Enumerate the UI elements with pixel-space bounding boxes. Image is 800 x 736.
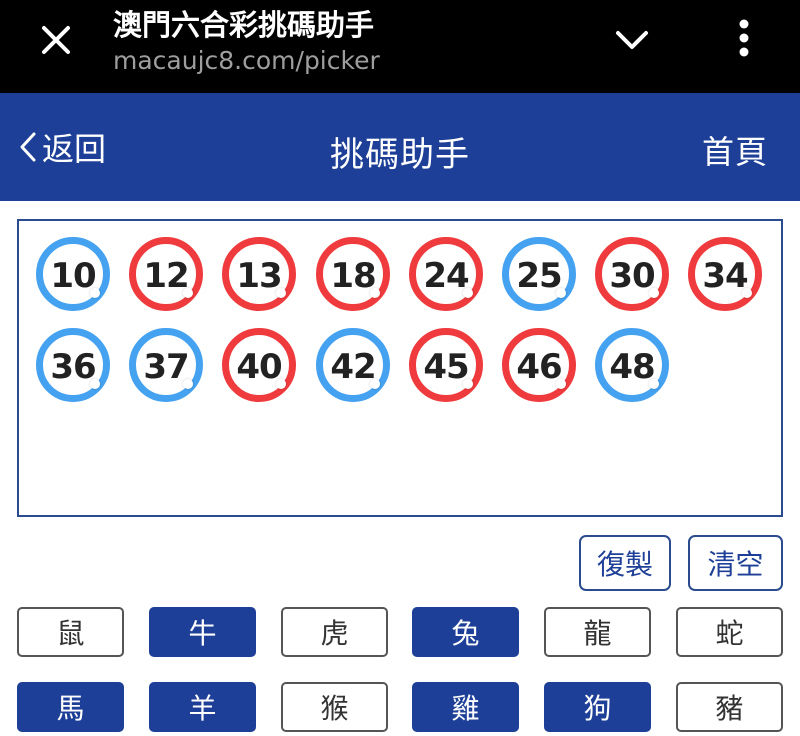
zodiac-button[interactable]: 狗 — [544, 682, 651, 732]
more-vert-icon[interactable] — [724, 14, 764, 62]
zodiac-button[interactable]: 馬 — [17, 682, 124, 732]
close-icon[interactable] — [34, 18, 78, 62]
url-text[interactable]: macaujc8.com/picker — [113, 46, 380, 75]
ball-highlight — [183, 288, 193, 298]
number-ball[interactable]: 40 — [222, 328, 296, 402]
copy-button[interactable]: 復製 — [579, 535, 671, 591]
page-title: 澳門六合彩挑碼助手 — [113, 8, 375, 42]
zodiac-button[interactable]: 鼠 — [17, 607, 124, 657]
zodiac-button[interactable]: 龍 — [544, 607, 651, 657]
number-ball[interactable]: 34 — [688, 237, 762, 311]
number-ball[interactable]: 42 — [316, 328, 390, 402]
ball-highlight — [276, 379, 286, 389]
ball-highlight — [463, 288, 473, 298]
browser-toolbar: 澳門六合彩挑碼助手 macaujc8.com/picker — [0, 0, 800, 93]
ball-highlight — [649, 288, 659, 298]
ball-highlight — [90, 379, 100, 389]
number-ball[interactable]: 10 — [36, 237, 110, 311]
number-ball[interactable]: 37 — [129, 328, 203, 402]
ball-highlight — [649, 379, 659, 389]
number-ball[interactable]: 46 — [502, 328, 576, 402]
zodiac-button[interactable]: 雞 — [412, 682, 519, 732]
zodiac-button[interactable]: 蛇 — [676, 607, 783, 657]
zodiac-button[interactable]: 豬 — [676, 682, 783, 732]
header-title: 挑碼助手 — [330, 135, 470, 175]
ball-highlight — [90, 288, 100, 298]
zodiac-button[interactable]: 猴 — [281, 682, 388, 732]
ball-highlight — [276, 288, 286, 298]
picked-numbers-box: 10 12 13 18 24 25 30 34 36 37 40 42 45 46 48 — [17, 219, 783, 517]
chevron-down-icon[interactable] — [608, 18, 656, 62]
number-ball[interactable]: 30 — [595, 237, 669, 311]
ball-highlight — [742, 288, 752, 298]
number-ball[interactable]: 24 — [409, 237, 483, 311]
zodiac-button[interactable]: 虎 — [281, 607, 388, 657]
number-ball[interactable]: 48 — [595, 328, 669, 402]
app-header: 返回 挑碼助手 首頁 — [0, 93, 800, 201]
number-ball[interactable]: 36 — [36, 328, 110, 402]
ball-highlight — [183, 379, 193, 389]
home-button[interactable]: 首頁 — [702, 127, 768, 173]
number-ball[interactable]: 25 — [502, 237, 576, 311]
ball-highlight — [370, 379, 380, 389]
number-ball[interactable]: 13 — [222, 237, 296, 311]
zodiac-button[interactable]: 兔 — [412, 607, 519, 657]
number-ball[interactable]: 45 — [409, 328, 483, 402]
number-ball[interactable]: 12 — [129, 237, 203, 311]
zodiac-button[interactable]: 牛 — [149, 607, 256, 657]
ball-highlight — [556, 288, 566, 298]
clear-button[interactable]: 清空 — [688, 535, 783, 591]
ball-highlight — [556, 379, 566, 389]
ball-highlight — [370, 288, 380, 298]
ball-highlight — [463, 379, 473, 389]
number-ball[interactable]: 18 — [316, 237, 390, 311]
zodiac-button[interactable]: 羊 — [149, 682, 256, 732]
